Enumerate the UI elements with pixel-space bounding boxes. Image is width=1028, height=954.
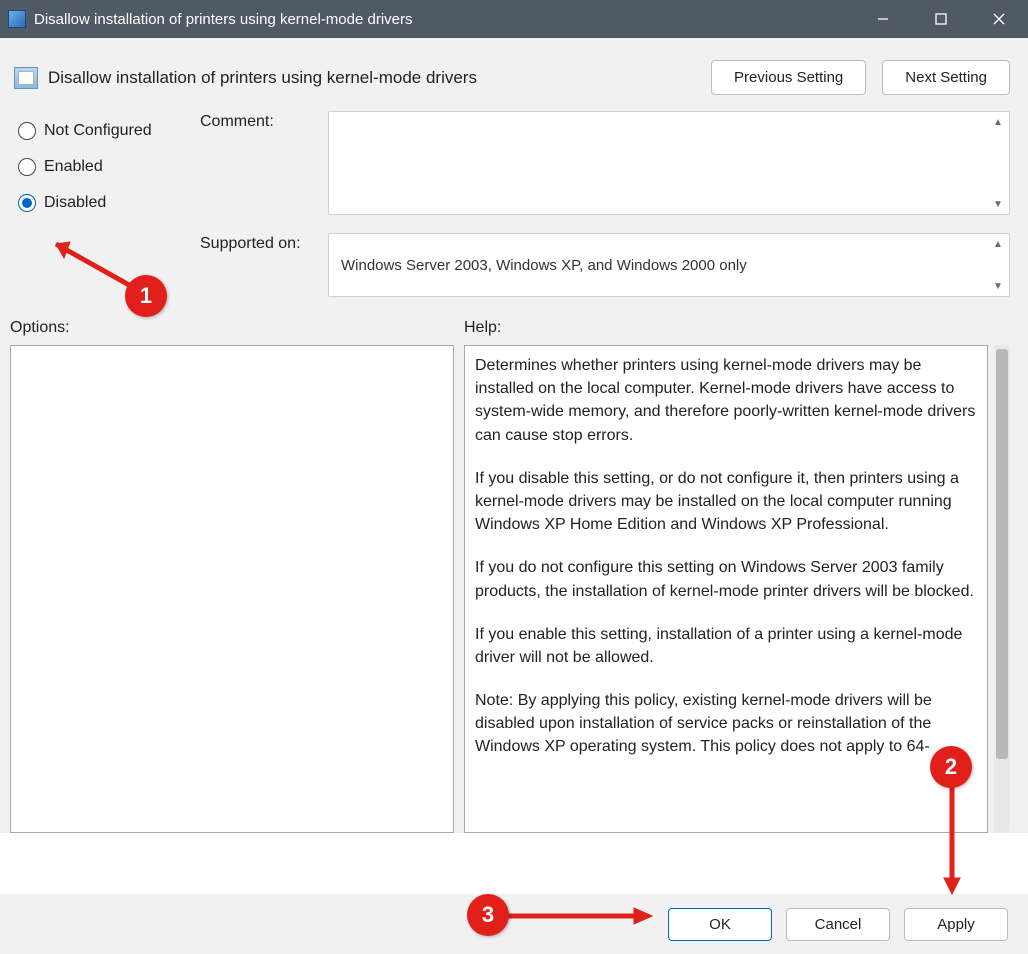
help-panel[interactable]: Determines whether printers using kernel…: [464, 345, 988, 833]
maximize-button[interactable]: [912, 0, 970, 38]
help-paragraph: If you disable this setting, or do not c…: [475, 467, 977, 537]
policy-icon: [14, 67, 38, 89]
annotation-badge-3: 3: [467, 894, 509, 936]
help-paragraph: If you enable this setting, installation…: [475, 623, 977, 669]
previous-setting-button[interactable]: Previous Setting: [711, 60, 866, 95]
supported-field-row: Supported on: Windows Server 2003, Windo…: [200, 233, 1010, 297]
cancel-button[interactable]: Cancel: [786, 908, 890, 941]
annotation-badge-2: 2: [930, 746, 972, 788]
radio-label: Enabled: [44, 158, 103, 176]
close-button[interactable]: [970, 0, 1028, 38]
help-paragraph: If you do not configure this setting on …: [475, 556, 977, 602]
radio-disabled[interactable]: Disabled: [18, 194, 200, 212]
annotation-arrow-2: [940, 786, 970, 901]
policy-title: Disallow installation of printers using …: [48, 68, 477, 88]
supported-label: Supported on:: [200, 233, 328, 253]
header-row: Disallow installation of printers using …: [0, 38, 1028, 105]
annotation-badge-1: 1: [125, 275, 167, 317]
radio-icon: [18, 194, 36, 212]
panels-area: Determines whether printers using kernel…: [0, 345, 1028, 833]
annotation-arrow-3: [508, 904, 658, 928]
radio-label: Disabled: [44, 194, 106, 212]
comment-label: Comment:: [200, 111, 328, 131]
chevron-down-icon[interactable]: ▼: [989, 197, 1007, 211]
radio-not-configured[interactable]: Not Configured: [18, 122, 200, 140]
ok-button[interactable]: OK: [668, 908, 772, 941]
chevron-up-icon[interactable]: ▲: [989, 237, 1007, 251]
help-scrollbar[interactable]: [994, 345, 1010, 833]
section-labels: Options: Help:: [0, 315, 1028, 345]
titlebar: Disallow installation of printers using …: [0, 0, 1028, 38]
radio-icon: [18, 158, 36, 176]
supported-value: Windows Server 2003, Windows XP, and Win…: [341, 257, 747, 274]
options-label: Options:: [10, 319, 464, 337]
chevron-down-icon[interactable]: ▼: [989, 279, 1007, 293]
radio-label: Not Configured: [44, 122, 152, 140]
options-panel: [10, 345, 454, 833]
window-controls: [854, 0, 1028, 38]
next-setting-button[interactable]: Next Setting: [882, 60, 1010, 95]
help-paragraph: Determines whether printers using kernel…: [475, 354, 977, 447]
scrollbar-thumb[interactable]: [996, 349, 1008, 759]
apply-button[interactable]: Apply: [904, 908, 1008, 941]
help-paragraph: Note: By applying this policy, existing …: [475, 689, 977, 759]
minimize-button[interactable]: [854, 0, 912, 38]
comment-input[interactable]: ▲ ▼: [328, 111, 1010, 215]
chevron-up-icon[interactable]: ▲: [989, 115, 1007, 129]
app-icon: [8, 10, 26, 28]
supported-box: Windows Server 2003, Windows XP, and Win…: [328, 233, 1010, 297]
radio-enabled[interactable]: Enabled: [18, 158, 200, 176]
window-title: Disallow installation of printers using …: [34, 11, 854, 28]
fields-column: Comment: ▲ ▼ Supported on: Windows Serve…: [200, 105, 1010, 315]
help-label: Help:: [464, 319, 1010, 337]
radio-icon: [18, 122, 36, 140]
comment-field-row: Comment: ▲ ▼: [200, 111, 1010, 215]
